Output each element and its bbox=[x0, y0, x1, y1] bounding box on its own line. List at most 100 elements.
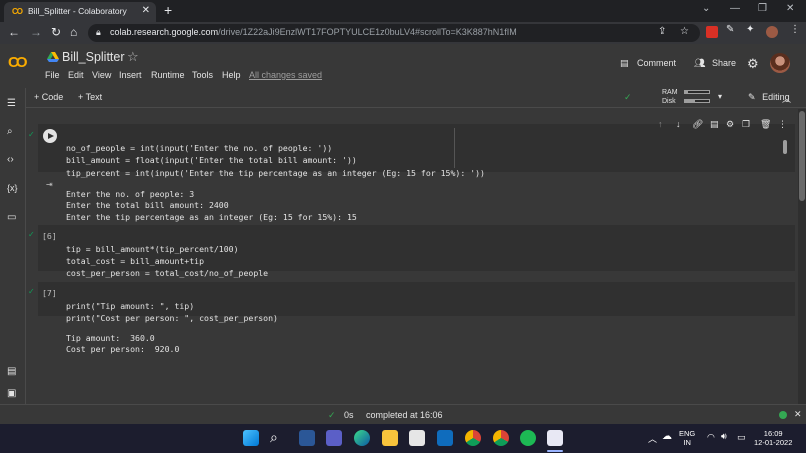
status-message: completed at 16:06 bbox=[366, 410, 443, 420]
link-icon[interactable]: 🔗︎ bbox=[692, 119, 703, 130]
delete-cell-icon[interactable]: 🗑︎ bbox=[760, 119, 771, 130]
wifi-icon[interactable]: ◠ bbox=[707, 432, 715, 443]
onedrive-cloud-icon[interactable]: ☁ bbox=[662, 431, 672, 442]
browser-tab[interactable]: CO Bill_Splitter - Colaboratory ✕ bbox=[4, 2, 156, 22]
volume-icon[interactable]: 🔊︎ bbox=[721, 431, 727, 442]
back-icon[interactable]: ← bbox=[8, 25, 20, 39]
close-status-icon[interactable]: ✕ bbox=[794, 409, 802, 420]
colab-logo[interactable]: CO bbox=[8, 54, 27, 71]
browser-menu-icon[interactable]: ⋮ bbox=[790, 24, 800, 35]
address-bar-row: ← → ↻ ⌂ 🔒︎ colab.research.google.com/dri… bbox=[0, 22, 806, 44]
minimize-icon[interactable]: — bbox=[730, 3, 740, 14]
code-cell[interactable]: [7] print("Tip amount: ", tip) print("Co… bbox=[38, 282, 795, 323]
add-code-button[interactable]: + Code bbox=[34, 92, 63, 102]
comment-cell-icon[interactable]: ▤ bbox=[710, 119, 719, 130]
cell-output: Enter the no. of people: 3 Enter the tot… bbox=[66, 178, 357, 223]
run-cell-button[interactable] bbox=[43, 129, 57, 143]
chrome-icon[interactable] bbox=[465, 430, 481, 446]
chat-icon[interactable] bbox=[326, 430, 342, 446]
maximize-icon[interactable]: ❐ bbox=[758, 3, 767, 14]
comment-button[interactable]: ▤ Comment bbox=[620, 58, 676, 69]
chrome-profile-icon[interactable] bbox=[493, 430, 509, 446]
notebook-title[interactable]: Bill_Splitter bbox=[62, 50, 125, 64]
save-status-link[interactable]: All changes saved bbox=[249, 70, 322, 80]
store-icon[interactable] bbox=[409, 430, 425, 446]
language-indicator[interactable]: ENG IN bbox=[679, 429, 695, 447]
code-line: print("Tip amount: ", tip) bbox=[66, 301, 195, 311]
ram-dropdown-icon[interactable]: ▾ bbox=[718, 92, 722, 101]
share-page-icon[interactable]: ⇪ bbox=[658, 26, 666, 37]
tab-title: Bill_Splitter - Colaboratory bbox=[28, 6, 127, 16]
reload-icon[interactable]: ↻ bbox=[51, 25, 61, 39]
scrollbar-thumb[interactable] bbox=[799, 111, 805, 201]
terminal-icon[interactable]: ▣ bbox=[7, 388, 16, 399]
forward-icon[interactable]: → bbox=[30, 25, 42, 39]
windows-start-icon[interactable] bbox=[243, 430, 259, 446]
extension-icon[interactable] bbox=[706, 26, 718, 38]
mirror-cell-icon[interactable]: ❐ bbox=[742, 119, 750, 130]
menu-edit[interactable]: Edit bbox=[68, 70, 84, 80]
task-view-icon[interactable] bbox=[299, 430, 315, 446]
bookmark-star-icon[interactable]: ☆ bbox=[680, 26, 689, 37]
clear-output-icon[interactable]: ⇥ bbox=[46, 180, 53, 189]
clock-time: 16:09 bbox=[763, 429, 783, 438]
cell-output: Tip amount: 360.0 Cost per person: 920.0 bbox=[66, 322, 179, 356]
execution-count: [7] bbox=[42, 288, 57, 298]
code-snippets-icon[interactable]: ‹› bbox=[7, 154, 14, 165]
share-label: Share bbox=[711, 58, 736, 68]
files-folder-icon[interactable]: ▭ bbox=[7, 212, 16, 223]
menu-file[interactable]: File bbox=[45, 70, 60, 80]
notebook-scrollbar[interactable] bbox=[798, 109, 806, 404]
move-up-icon[interactable]: ↑ bbox=[658, 119, 663, 129]
star-icon[interactable]: ☆ bbox=[127, 49, 139, 65]
battery-icon[interactable]: ▭ bbox=[737, 432, 746, 443]
table-of-contents-icon[interactable]: ☰ bbox=[7, 98, 16, 109]
avatar[interactable] bbox=[770, 53, 790, 73]
url-input[interactable]: 🔒︎ colab.research.google.com/drive/1Z22a… bbox=[88, 24, 700, 42]
file-explorer-icon[interactable] bbox=[382, 430, 398, 446]
menu-runtime[interactable]: Runtime bbox=[151, 70, 185, 80]
code-cell[interactable]: [6] tip = bill_amount*(tip_percent/100) … bbox=[38, 225, 795, 278]
cell-settings-icon[interactable]: ⚙ bbox=[726, 119, 734, 130]
edge-browser-icon[interactable] bbox=[354, 430, 370, 446]
more-options-icon[interactable]: ⋮ bbox=[778, 119, 787, 130]
code-editor[interactable]: tip = bill_amount*(tip_percent/100) tota… bbox=[66, 231, 268, 279]
clock[interactable]: 16:09 12-01-2022 bbox=[754, 429, 792, 447]
spotify-icon[interactable] bbox=[520, 430, 536, 446]
search-icon[interactable]: ⌕ bbox=[7, 126, 13, 137]
menu-tools[interactable]: Tools bbox=[192, 70, 213, 80]
code-line: tip = bill_amount*(tip_percent/100) bbox=[66, 244, 239, 254]
collapse-header-icon[interactable]: ︿ bbox=[782, 92, 791, 105]
home-icon[interactable]: ⌂ bbox=[70, 25, 77, 39]
code-editor[interactable]: print("Tip amount: ", tip) print("Cost p… bbox=[66, 288, 278, 324]
profile-avatar[interactable] bbox=[766, 26, 778, 38]
new-tab-icon[interactable]: + bbox=[164, 2, 172, 18]
pen-extension-icon[interactable]: ✎ bbox=[726, 24, 734, 35]
search-icon[interactable]: ⌕ bbox=[270, 429, 278, 446]
people-icon: 👥︎ bbox=[694, 58, 706, 68]
move-down-icon[interactable]: ↓ bbox=[676, 119, 681, 129]
cell-scrollbar[interactable] bbox=[783, 140, 787, 154]
add-text-button[interactable]: + Text bbox=[78, 92, 102, 102]
close-window-icon[interactable]: ✕ bbox=[786, 3, 794, 14]
tab-search-icon[interactable]: ⌄ bbox=[702, 3, 710, 14]
command-palette-icon[interactable]: ▤ bbox=[7, 366, 16, 377]
menu-insert[interactable]: Insert bbox=[119, 70, 142, 80]
variables-icon[interactable]: {x} bbox=[7, 183, 18, 193]
pencil-icon: ✎ bbox=[748, 92, 756, 102]
colab-favicon-icon: CO bbox=[12, 7, 23, 16]
snipping-tool-icon[interactable] bbox=[547, 430, 563, 446]
share-button[interactable]: 👥︎ Share bbox=[694, 58, 736, 69]
menu-help[interactable]: Help bbox=[222, 70, 241, 80]
show-hidden-icons-icon[interactable]: ︿ bbox=[648, 432, 657, 445]
cell-done-check-icon: ✓ bbox=[28, 130, 35, 139]
settings-gear-icon[interactable]: ⚙ bbox=[747, 56, 759, 72]
close-tab-icon[interactable]: ✕ bbox=[142, 5, 150, 16]
execution-count: [6] bbox=[42, 231, 57, 241]
mail-icon[interactable] bbox=[437, 430, 453, 446]
menu-view[interactable]: View bbox=[92, 70, 111, 80]
code-cell[interactable]: no_of_people = int(input('Enter the no. … bbox=[38, 124, 795, 178]
colab-header: CO Bill_Splitter ☆ File Edit View Insert… bbox=[0, 44, 806, 88]
code-editor[interactable]: no_of_people = int(input('Enter the no. … bbox=[66, 129, 485, 179]
extensions-puzzle-icon[interactable]: ✦ bbox=[746, 24, 754, 35]
